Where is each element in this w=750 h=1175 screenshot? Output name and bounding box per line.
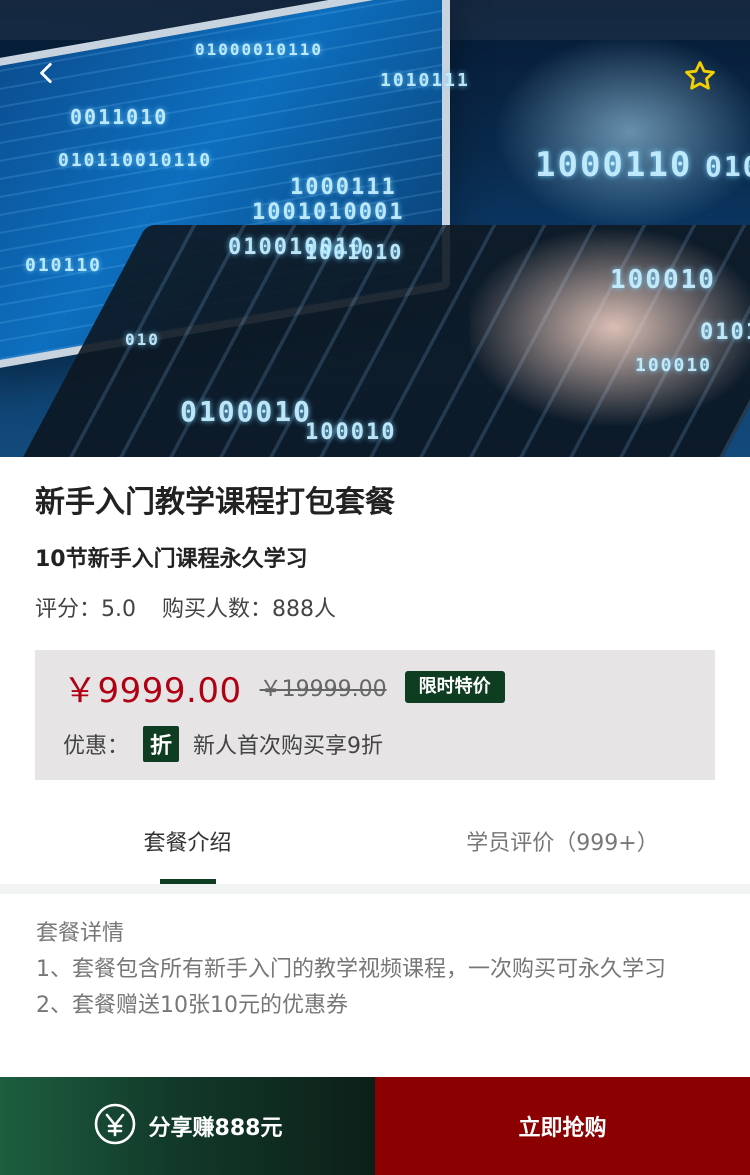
- bottom-action-bar: 分享赚888元 立即抢购: [0, 1077, 750, 1175]
- product-info: 新手入门教学课程打包套餐 10节新手入门课程永久学习 评分：5.0 购买人数：8…: [0, 457, 750, 623]
- tab-package-intro[interactable]: 套餐介绍: [0, 825, 375, 857]
- binary-text: 010: [125, 330, 160, 349]
- favorite-button[interactable]: [680, 58, 720, 98]
- buyers-label: 购买人数：: [162, 597, 273, 622]
- binary-text: 1000110: [535, 145, 693, 185]
- original-price: ￥19999.00: [259, 677, 387, 702]
- buyers-value: 888人: [272, 597, 337, 622]
- binary-text: 0011010: [70, 105, 169, 129]
- limited-offer-tag: 限时特价: [404, 671, 505, 703]
- rating: 评分：5.0: [35, 591, 136, 623]
- binary-text: 1001010001: [252, 200, 405, 225]
- binary-text: 1000111: [290, 175, 397, 200]
- promo-label: 优惠：: [63, 734, 130, 759]
- rating-value: 5.0: [101, 597, 137, 622]
- binary-text: 01011: [705, 150, 750, 183]
- product-subtitle: 10节新手入门课程永久学习: [35, 547, 308, 572]
- hero-banner: 01000010110 0011010 010110010110 1001010…: [0, 0, 750, 457]
- content-tabs: 套餐介绍 学员评价（999+）: [0, 806, 750, 884]
- promo-text: 新人首次购买享9折: [193, 734, 384, 759]
- binary-text: 1010111: [380, 70, 470, 91]
- share-earn-button[interactable]: 分享赚888元: [0, 1077, 375, 1175]
- section-divider: [0, 884, 750, 894]
- binary-text: 010110010110: [58, 150, 213, 171]
- chevron-left-icon: [34, 60, 60, 90]
- binary-text: 100010: [305, 420, 397, 445]
- product-meta: 评分：5.0 购买人数：888人: [35, 591, 715, 623]
- discount-badge-icon: 折: [143, 726, 180, 762]
- current-price: ￥9999.00: [63, 670, 242, 711]
- binary-text: 010110: [25, 255, 103, 276]
- rating-label: 评分：: [35, 597, 102, 622]
- binary-text: 01000010110: [195, 40, 323, 59]
- product-title: 新手入门教学课程打包套餐: [35, 485, 395, 520]
- package-details: 套餐详情 1、套餐包含所有新手入门的教学视频课程，一次购买可永久学习 2、套餐赠…: [0, 894, 750, 1024]
- binary-text: 100010: [610, 265, 716, 295]
- tab-student-reviews[interactable]: 学员评价（999+）: [375, 825, 750, 857]
- active-tab-indicator: [160, 879, 216, 884]
- star-outline-icon: [683, 59, 717, 97]
- details-title: 套餐详情: [36, 921, 125, 946]
- back-button[interactable]: [30, 58, 64, 92]
- details-line: 2、套餐赠送10张10元的优惠券: [36, 993, 348, 1018]
- binary-text: 100010: [635, 355, 713, 376]
- promo-row: 优惠： 折 新人首次购买享9折: [63, 726, 687, 762]
- share-earn-label: 分享赚888元: [148, 1116, 283, 1141]
- binary-text: 0100010: [180, 395, 313, 428]
- yen-circle-icon: [93, 1102, 137, 1150]
- buyers: 购买人数：888人: [162, 591, 336, 623]
- price-panel: ￥9999.00 ￥19999.00 限时特价 优惠： 折 新人首次购买享9折: [35, 650, 715, 780]
- binary-text: 01010: [700, 320, 750, 345]
- details-line: 1、套餐包含所有新手入门的教学视频课程，一次购买可永久学习: [36, 957, 666, 982]
- price-row: ￥9999.00 ￥19999.00 限时特价: [63, 666, 687, 711]
- binary-text: 1001010: [305, 240, 404, 264]
- course-package-page: 01000010110 0011010 010110010110 1001010…: [0, 0, 750, 1175]
- buy-now-button[interactable]: 立即抢购: [375, 1077, 750, 1175]
